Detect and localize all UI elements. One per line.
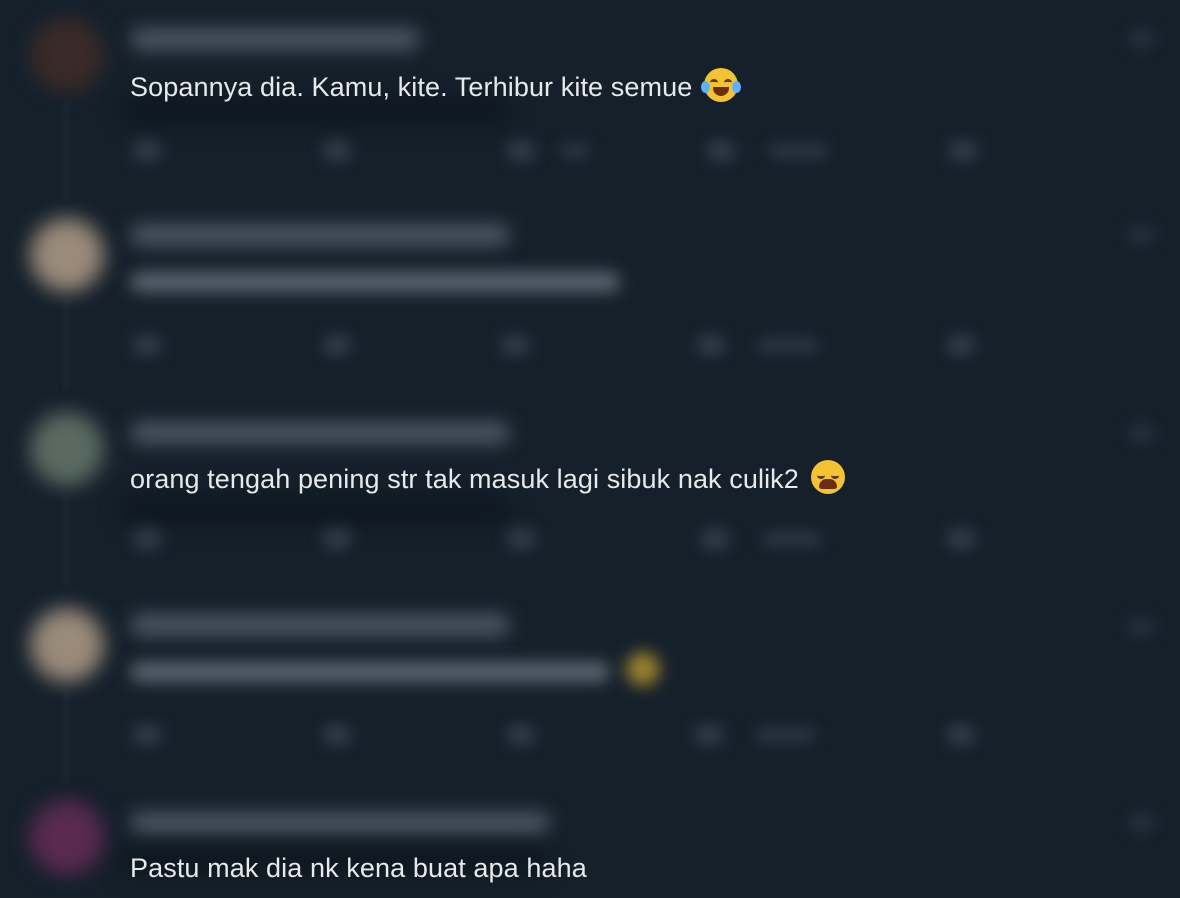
retweet-icon[interactable] — [322, 140, 352, 162]
share-icon[interactable] — [948, 140, 978, 162]
reply-item[interactable] — [0, 196, 1180, 392]
weary-face-icon — [810, 460, 845, 494]
retweet-icon[interactable] — [322, 724, 352, 746]
thread-line — [66, 100, 68, 200]
emoji-icon — [626, 652, 660, 686]
reply-item[interactable]: Pastu mak dia nk kena buat apa haha — [0, 784, 1180, 898]
more-options-icon[interactable] — [1128, 814, 1154, 832]
views-icon[interactable] — [700, 528, 730, 550]
views-icon[interactable] — [706, 140, 736, 162]
share-icon[interactable] — [946, 724, 976, 746]
views-icon[interactable] — [694, 724, 724, 746]
reply-text-content: Sopannya dia. Kamu, kite. Terhibur kite … — [130, 72, 693, 102]
avatar[interactable] — [30, 18, 104, 92]
reply-icon[interactable] — [132, 724, 162, 746]
author-header[interactable] — [130, 812, 550, 834]
reply-icon[interactable] — [132, 140, 162, 162]
avatar[interactable] — [30, 608, 104, 682]
like-icon[interactable] — [500, 334, 530, 356]
thread-line — [66, 688, 68, 784]
share-icon[interactable] — [946, 334, 976, 356]
reply-text: Pastu mak dia nk kena buat apa haha — [130, 851, 587, 885]
more-options-icon[interactable] — [1128, 226, 1154, 244]
like-count — [560, 144, 590, 158]
avatar[interactable] — [30, 412, 104, 486]
more-options-icon[interactable] — [1128, 424, 1154, 442]
reply-icon[interactable] — [132, 334, 162, 356]
reply-item[interactable] — [0, 588, 1180, 784]
reply-text — [130, 662, 610, 682]
reply-text — [130, 272, 620, 292]
reply-feed: Sopannya dia. Kamu, kite. Terhibur kite … — [0, 0, 1180, 898]
more-options-icon[interactable] — [1128, 30, 1154, 48]
thread-line — [66, 296, 68, 392]
views-icon[interactable] — [696, 334, 726, 356]
reply-text: Sopannya dia. Kamu, kite. Terhibur kite … — [130, 68, 741, 104]
reply-text: orang tengah pening str tak masuk lagi s… — [130, 460, 845, 496]
thread-line — [66, 492, 68, 588]
text-highlight — [120, 494, 510, 524]
view-count — [768, 144, 828, 158]
author-header[interactable] — [130, 224, 510, 246]
reply-item[interactable]: Sopannya dia. Kamu, kite. Terhibur kite … — [0, 0, 1180, 200]
more-options-icon[interactable] — [1128, 618, 1154, 636]
author-header[interactable] — [130, 614, 510, 636]
like-icon[interactable] — [506, 140, 536, 162]
view-count — [758, 338, 818, 352]
retweet-icon[interactable] — [322, 528, 352, 550]
avatar[interactable] — [30, 218, 104, 292]
reply-icon[interactable] — [132, 528, 162, 550]
like-icon[interactable] — [506, 528, 536, 550]
reply-text-content: Pastu mak dia nk kena buat apa haha — [130, 853, 587, 883]
retweet-icon[interactable] — [322, 334, 352, 356]
like-icon[interactable] — [506, 724, 536, 746]
face-with-tears-of-joy-icon — [700, 68, 741, 102]
avatar[interactable] — [30, 800, 104, 874]
reply-item[interactable]: orang tengah pening str tak masuk lagi s… — [0, 392, 1180, 588]
author-header[interactable] — [130, 422, 510, 444]
view-count — [762, 532, 822, 546]
share-icon[interactable] — [946, 528, 976, 550]
view-count — [756, 728, 816, 742]
reply-text-content: orang tengah pening str tak masuk lagi s… — [130, 464, 799, 494]
author-header[interactable] — [130, 28, 420, 50]
